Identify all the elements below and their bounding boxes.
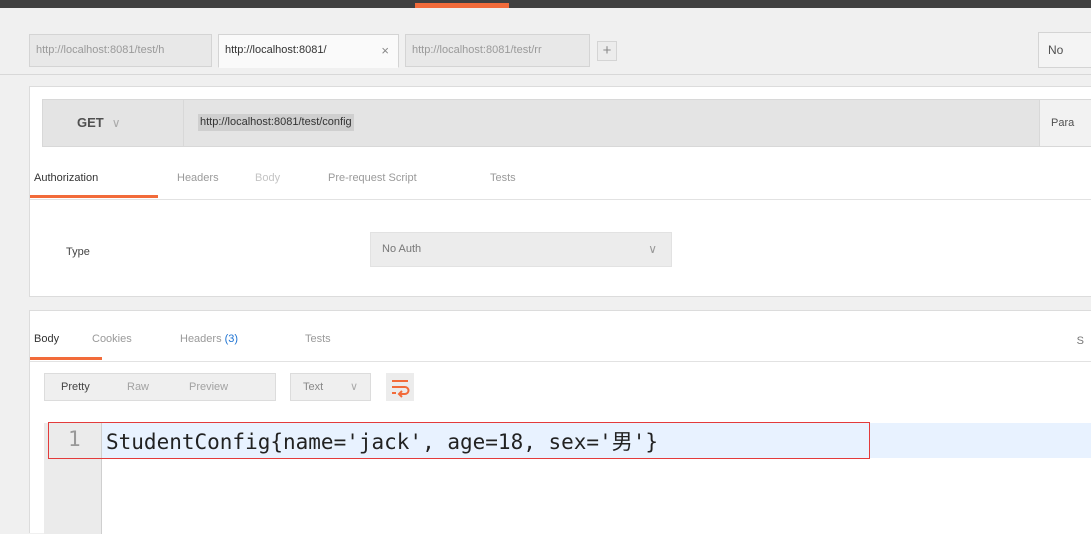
chevron-down-icon: ∨ [349, 381, 358, 393]
chevron-down-icon: ∨ [111, 116, 121, 130]
response-tabs: Body Cookies Headers (3) Tests S [30, 311, 1091, 362]
status-label: S [1076, 335, 1084, 347]
add-tab-button[interactable]: + [597, 41, 617, 61]
request-tab-3[interactable]: http://localhost:8081/test/rr [405, 34, 590, 67]
preview-button[interactable]: Preview [189, 381, 228, 393]
view-mode-group: Pretty Raw Preview [44, 373, 276, 401]
tab-label: http://localhost:8081/test/rr [412, 44, 542, 56]
close-icon[interactable]: × [381, 35, 389, 66]
response-editor[interactable]: 1 StudentConfig{name='jack', age=18, sex… [44, 422, 1091, 534]
response-panel: Body Cookies Headers (3) Tests S Pretty … [29, 310, 1091, 534]
tab-cookies[interactable]: Cookies [92, 333, 132, 345]
method-label: GET [77, 115, 104, 130]
auth-type-value: No Auth [382, 243, 422, 255]
tab-headers[interactable]: Headers [177, 172, 219, 184]
tab-response-tests[interactable]: Tests [305, 333, 331, 345]
pretty-button[interactable]: Pretty [61, 381, 90, 393]
tab-response-headers[interactable]: Headers (3) [180, 333, 238, 345]
tab-authorization[interactable]: Authorization [34, 172, 98, 184]
highlight-box [48, 422, 870, 459]
tab-pre-request-script[interactable]: Pre-request Script [328, 172, 417, 184]
environment-select[interactable]: No [1038, 32, 1091, 68]
auth-type-label: Type [66, 246, 90, 258]
format-select[interactable]: Text ∨ [290, 373, 371, 401]
raw-button[interactable]: Raw [127, 381, 149, 393]
chevron-down-icon: ∨ [648, 242, 657, 256]
request-tabs-bar: http://localhost:8081/test/h http://loca… [0, 8, 1091, 75]
tab-label: http://localhost:8081/test/h [36, 44, 165, 56]
tab-response-body[interactable]: Body [34, 333, 59, 345]
auth-type-select[interactable]: No Auth ∨ [370, 232, 672, 267]
request-tab-2[interactable]: http://localhost:8081/ × [218, 34, 399, 68]
active-tab-underline [30, 357, 102, 360]
tab-tests[interactable]: Tests [490, 172, 516, 184]
request-panel: GET ∨ http://localhost:8081/test/config P… [29, 86, 1091, 297]
url-input[interactable]: http://localhost:8081/test/config [198, 114, 354, 131]
tab-body[interactable]: Body [255, 172, 280, 184]
headers-label: Headers [180, 333, 222, 345]
top-bar [0, 0, 1091, 8]
wrap-lines-button[interactable] [386, 373, 414, 401]
params-button[interactable]: Para [1039, 100, 1091, 146]
active-tab-underline [30, 195, 158, 198]
wrap-icon [392, 380, 410, 398]
tab-label: http://localhost:8081/ [225, 44, 327, 56]
format-label: Text [303, 381, 324, 393]
request-tab-1[interactable]: http://localhost:8081/test/h [29, 34, 212, 67]
request-section-tabs: Authorization Headers Body Pre-request S… [30, 165, 1091, 200]
method-select[interactable]: GET ∨ [43, 100, 184, 146]
url-bar: GET ∨ http://localhost:8081/test/config P… [42, 99, 1091, 147]
headers-count: (3) [224, 333, 239, 345]
